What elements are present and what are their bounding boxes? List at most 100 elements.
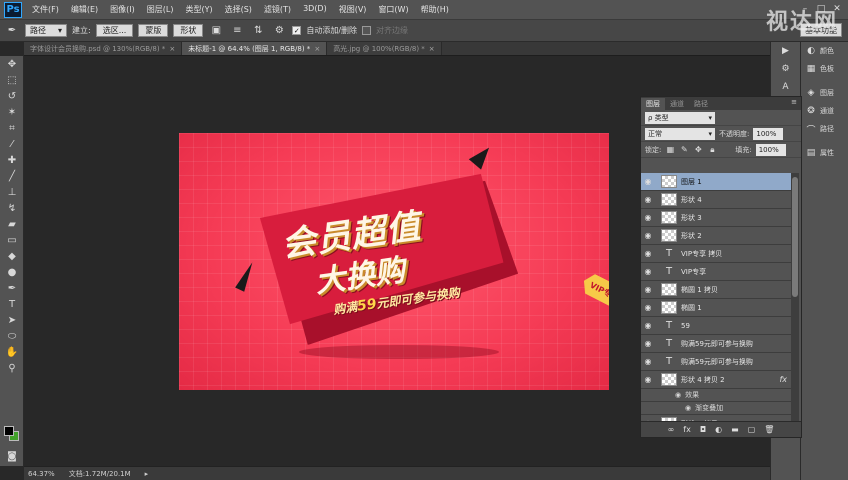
close-tab-icon[interactable]: × xyxy=(429,45,435,53)
document-tab[interactable]: 未标题-1 @ 64.4% (图层 1, RGB/8) * × xyxy=(182,42,328,55)
layer-filter-select[interactable]: ρ 类型 ▾ xyxy=(645,111,715,124)
link-layers-icon[interactable]: ∞ xyxy=(668,425,675,434)
lock-all-icon[interactable]: 🔒︎ xyxy=(707,145,717,155)
crop-tool-icon[interactable]: ⌗ xyxy=(0,120,24,136)
visibility-eye-icon[interactable]: ◉ xyxy=(641,195,655,204)
selection-button[interactable]: 选区... xyxy=(95,24,134,37)
path-operations-icon[interactable]: ▣ xyxy=(208,23,224,39)
effects-group[interactable]: ◉ 效果 xyxy=(641,389,791,402)
lock-transparent-icon[interactable]: ▦ xyxy=(665,145,675,155)
dock-item-color[interactable]: ◐ 颜色 xyxy=(801,42,848,60)
gradient-tool-icon[interactable]: ▭ xyxy=(0,232,24,248)
layer-row[interactable]: ◉ T 购满59元即可参与换购 xyxy=(641,335,791,353)
visibility-eye-icon[interactable]: ◉ xyxy=(641,339,655,348)
layer-effects-icon[interactable]: fx xyxy=(779,375,787,384)
path-arrangement-icon[interactable]: ⇅ xyxy=(250,23,266,39)
adjustment-layer-icon[interactable]: ◐ xyxy=(715,425,722,434)
visibility-eye-icon[interactable]: ◉ xyxy=(641,231,655,240)
document-tab[interactable]: 高光.jpg @ 100%(RGB/8) * × xyxy=(327,42,442,55)
layer-row[interactable]: ◉ T 59 xyxy=(641,317,791,335)
close-tab-icon[interactable]: × xyxy=(314,45,320,53)
history-brush-tool-icon[interactable]: ↯ xyxy=(0,200,24,216)
magic-wand-tool-icon[interactable]: ✶ xyxy=(0,104,24,120)
gear-icon[interactable]: ⚙ xyxy=(271,23,287,39)
menu-item[interactable]: 3D(D) xyxy=(297,4,333,15)
zoom-tool-icon[interactable]: ⚲ xyxy=(0,360,24,376)
menu-item[interactable]: 窗口(W) xyxy=(372,4,414,15)
pen-tool-icon[interactable]: ✒ xyxy=(4,23,20,39)
layer-row[interactable]: ◉ 图层 1 xyxy=(641,173,791,191)
visibility-eye-icon[interactable]: ◉ xyxy=(675,391,681,399)
menu-item[interactable]: 视图(V) xyxy=(333,4,373,15)
dodge-tool-icon[interactable]: ● xyxy=(0,264,24,280)
shape-button[interactable]: 形状 xyxy=(173,24,204,37)
scrollbar-thumb[interactable] xyxy=(792,177,798,297)
menu-item[interactable]: 文件(F) xyxy=(26,4,65,15)
dock-item-layers[interactable]: ◈ 图层 xyxy=(801,84,848,102)
path-mode-select[interactable]: 路径 ▾ xyxy=(25,24,67,37)
visibility-eye-icon[interactable]: ◉ xyxy=(641,213,655,222)
marquee-tool-icon[interactable]: ⬚ xyxy=(0,72,24,88)
move-tool-icon[interactable]: ✥ xyxy=(0,56,24,72)
foreground-color-swatch[interactable] xyxy=(4,426,14,436)
visibility-eye-icon[interactable]: ◉ xyxy=(641,321,655,330)
healing-brush-tool-icon[interactable]: ✚ xyxy=(0,152,24,168)
eyedropper-tool-icon[interactable]: ⁄ xyxy=(0,136,24,152)
document-tab[interactable]: 字体设计会员换购.psd @ 130%(RGB/8) * × xyxy=(24,42,183,55)
layer-row[interactable]: ◉ 形状 2 xyxy=(641,227,791,245)
blur-tool-icon[interactable]: ◆ xyxy=(0,248,24,264)
layer-list-scrollbar[interactable] xyxy=(791,173,799,421)
new-group-icon[interactable]: ▬ xyxy=(731,425,739,434)
close-tab-icon[interactable]: × xyxy=(169,45,175,53)
menu-item[interactable]: 图像(I) xyxy=(104,4,141,15)
fill-input[interactable]: 100% xyxy=(755,143,786,156)
menu-item[interactable]: 选择(S) xyxy=(219,4,258,15)
layer-row[interactable]: ◉ 形状 3 xyxy=(641,209,791,227)
menu-item[interactable]: 滤镜(T) xyxy=(258,4,297,15)
opacity-input[interactable]: 100% xyxy=(753,127,784,140)
lasso-tool-icon[interactable]: ↺ xyxy=(0,88,24,104)
visibility-eye-icon[interactable]: ◉ xyxy=(641,177,655,186)
add-mask-icon[interactable]: ◘ xyxy=(700,425,706,434)
menu-item[interactable]: 编辑(E) xyxy=(65,4,104,15)
tab-paths[interactable]: 路径 xyxy=(689,98,713,110)
visibility-eye-icon[interactable]: ◉ xyxy=(641,357,655,366)
visibility-eye-icon[interactable]: ◉ xyxy=(641,267,655,276)
menu-item[interactable]: 图层(L) xyxy=(141,4,180,15)
layer-row[interactable]: ◉ 形状 4 xyxy=(641,191,791,209)
brush-tool-icon[interactable]: ╱ xyxy=(0,168,24,184)
tab-layers[interactable]: 图层 xyxy=(641,98,665,110)
dock-item-paths[interactable]: ⌒ 路径 xyxy=(801,120,848,138)
dock-item-channels[interactable]: ❂ 通道 xyxy=(801,102,848,120)
character-icon[interactable]: A xyxy=(771,78,800,96)
visibility-eye-icon[interactable]: ◉ xyxy=(641,285,655,294)
path-alignment-icon[interactable]: ≡ xyxy=(229,23,245,39)
align-edges-checkbox[interactable] xyxy=(362,26,372,35)
menu-item[interactable]: 类型(Y) xyxy=(179,4,218,15)
tab-channels[interactable]: 通道 xyxy=(665,98,689,110)
layer-row[interactable]: ◉ T VIP专享 xyxy=(641,263,791,281)
eraser-tool-icon[interactable]: ▰ xyxy=(0,216,24,232)
layer-row[interactable]: ◉ 椭圆 1 拷贝 xyxy=(641,281,791,299)
history-icon[interactable]: ▶ xyxy=(771,42,800,60)
lock-position-icon[interactable]: ✥ xyxy=(693,145,703,155)
auto-add-delete-checkbox[interactable]: ✓ xyxy=(292,26,302,35)
layer-row[interactable]: ◉ T VIP专享 拷贝 xyxy=(641,245,791,263)
effect-item[interactable]: ◉ 渐变叠加 xyxy=(641,402,791,415)
visibility-eye-icon[interactable]: ◉ xyxy=(641,375,655,384)
layer-row[interactable]: ◉ T 购满59元即可参与换购 xyxy=(641,353,791,371)
new-layer-icon[interactable]: ▢ xyxy=(748,425,756,434)
visibility-eye-icon[interactable]: ◉ xyxy=(685,404,691,412)
layer-row[interactable]: ◉ 椭圆 1 xyxy=(641,299,791,317)
clone-stamp-tool-icon[interactable]: ⊥ xyxy=(0,184,24,200)
trash-icon[interactable]: 🗑︎ xyxy=(764,425,774,434)
quick-mask-icon[interactable]: ◙ xyxy=(0,448,24,464)
status-arrow-icon[interactable]: ▸ xyxy=(145,470,149,478)
panel-menu-icon[interactable]: ≡ xyxy=(791,98,797,106)
artboard[interactable]: 会员超值 大换购 购满59元即可参与换购 VIP专享 xyxy=(179,133,609,390)
pen-tool-icon[interactable]: ✒ xyxy=(0,280,24,296)
hand-tool-icon[interactable]: ✋ xyxy=(0,344,24,360)
ellipse-tool-icon[interactable]: ⬭ xyxy=(0,328,24,344)
zoom-level[interactable]: 64.37% xyxy=(28,470,55,478)
visibility-eye-icon[interactable]: ◉ xyxy=(641,303,655,312)
